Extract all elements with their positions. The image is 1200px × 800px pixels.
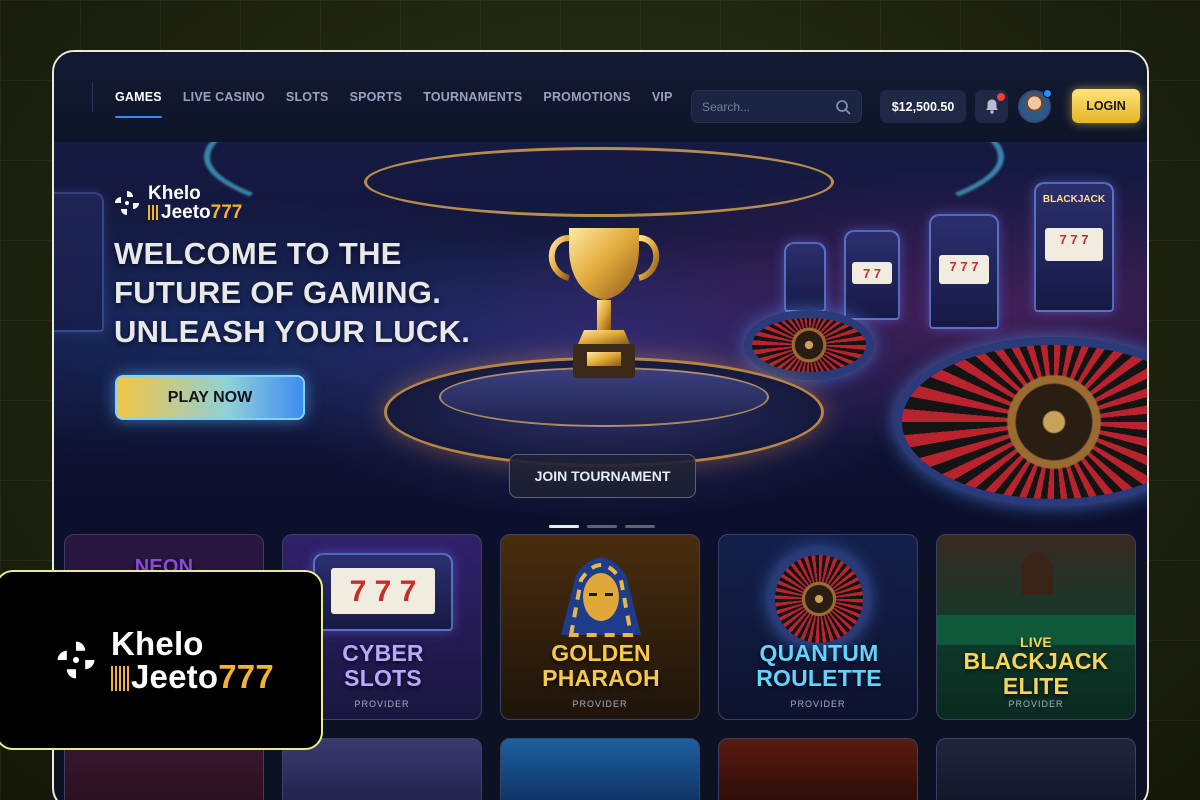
game-title: LIVE BLACKJACK ELITE: [963, 634, 1109, 699]
roulette-wheel: [894, 337, 1147, 507]
slot-machine: BLACKJACK 7 7 7: [1034, 182, 1114, 312]
slot-machine-reels: 7 7 7: [938, 254, 990, 284]
nav-item-games[interactable]: GAMES: [115, 84, 162, 118]
search-box: [691, 90, 862, 123]
trophy-icon: [548, 228, 660, 378]
carousel-dot[interactable]: [625, 525, 655, 528]
carousel-dot[interactable]: [587, 525, 617, 528]
nav-divider: [92, 82, 93, 112]
nav-item-promotions[interactable]: PROMOTIONS: [543, 84, 630, 110]
logo-wordmark: Khelo Jeeto777: [111, 627, 274, 693]
wallet-balance[interactable]: $12,500.50: [880, 90, 966, 123]
hero-banner: BLACKJACK 7 7 7 7 7 7 7 7 Khelo Jeeto777…: [54, 142, 1147, 562]
carousel-dot[interactable]: [549, 525, 579, 528]
pharaoh-icon: [561, 557, 641, 637]
logo-line-2: Jeeto777: [148, 203, 242, 222]
top-navigation-bar: GAMES LIVE CASINO SLOTS SPORTS TOURNAMEN…: [54, 52, 1147, 142]
game-title: GOLDEN PHARAOH: [542, 640, 660, 691]
game-card[interactable]: LIVE BLACKJACK ELITE PROVIDER: [936, 534, 1136, 720]
bell-icon: [985, 99, 998, 114]
game-card[interactable]: [718, 738, 918, 800]
carousel-indicators: [549, 525, 655, 528]
game-provider: PROVIDER: [790, 699, 846, 709]
slot-machine: 7 7 7: [929, 214, 999, 329]
game-provider: PROVIDER: [572, 699, 628, 709]
main-nav: GAMES LIVE CASINO SLOTS SPORTS TOURNAMEN…: [115, 84, 673, 118]
search-input[interactable]: [702, 99, 822, 114]
game-card[interactable]: QUANTUM ROULETTE PROVIDER: [718, 534, 918, 720]
logo-number: 777: [218, 658, 274, 695]
nav-item-vip[interactable]: VIP: [652, 84, 673, 110]
slot-machine-reels: 7 7 7: [1045, 228, 1103, 261]
game-card[interactable]: GOLDEN PHARAOH PROVIDER: [500, 534, 700, 720]
logo-wordmark: Khelo Jeeto777: [148, 184, 242, 222]
slot-machine: 7 7 7: [313, 553, 453, 631]
brand-logo-badge: Khelo Jeeto777: [0, 570, 323, 750]
notifications-button[interactable]: [975, 90, 1008, 123]
brand-logo[interactable]: Khelo Jeeto777: [112, 184, 242, 222]
slot-machine-reels: 7 7: [852, 262, 892, 285]
logo-bars-icon: [111, 666, 130, 691]
nav-item-slots[interactable]: SLOTS: [286, 84, 329, 110]
login-button[interactable]: LOGIN: [1072, 89, 1140, 123]
nav-item-live-casino[interactable]: LIVE CASINO: [183, 84, 265, 110]
notification-badge: [997, 93, 1005, 101]
game-title: QUANTUM ROULETTE: [756, 640, 882, 691]
logo-line-1: Khelo: [148, 183, 201, 204]
game-title: CYBER SLOTS: [342, 640, 424, 691]
logo-line-1: Khelo: [111, 625, 204, 662]
online-status-dot: [1043, 89, 1052, 98]
slot-machine: [54, 192, 104, 332]
search-icon[interactable]: [835, 99, 851, 115]
game-card[interactable]: [500, 738, 700, 800]
logo-line-2: Jeeto777: [111, 660, 274, 693]
logo-mark-icon: [57, 641, 95, 679]
roulette-wheel: [769, 549, 869, 649]
gold-ring-decoration: [364, 147, 834, 217]
join-tournament-button[interactable]: JOIN TOURNAMENT: [509, 454, 696, 498]
game-card[interactable]: [936, 738, 1136, 800]
logo-bars-icon: [148, 205, 160, 220]
slot-machine-label: BLACKJACK: [1042, 194, 1106, 206]
nav-item-tournaments[interactable]: TOURNAMENTS: [423, 84, 522, 110]
logo-number: 777: [210, 202, 243, 223]
live-dealer-icon: [937, 552, 1135, 645]
hero-headline: WELCOME TO THE FUTURE OF GAMING. UNLEASH…: [114, 236, 471, 349]
slot-machine: 7 7: [844, 230, 900, 320]
roulette-wheel: [744, 310, 874, 380]
nav-item-sports[interactable]: SPORTS: [350, 84, 403, 110]
slot-machine-reels: 7 7 7: [331, 568, 435, 615]
slot-machine: [784, 242, 826, 312]
logo-mark-icon: [115, 191, 139, 215]
play-now-button[interactable]: PLAY NOW: [115, 375, 305, 420]
game-provider: PROVIDER: [1008, 699, 1064, 709]
